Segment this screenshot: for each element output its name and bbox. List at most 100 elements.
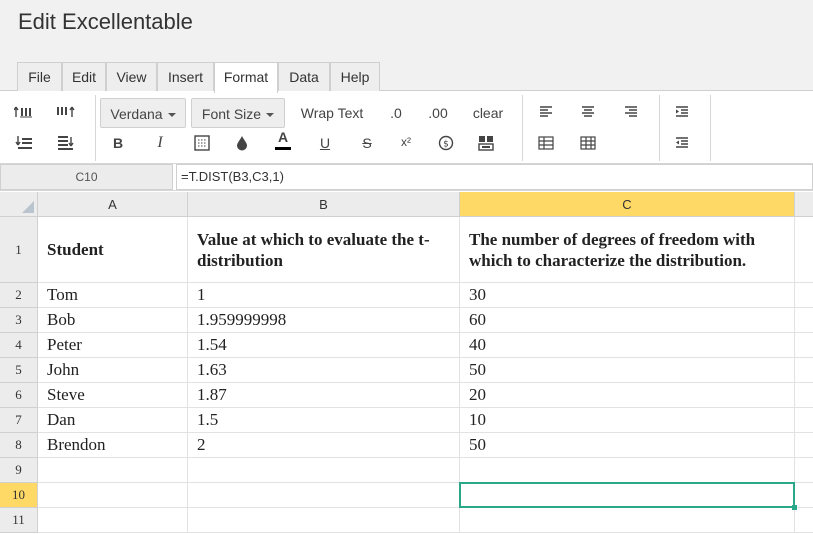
- merge-cells-button[interactable]: [474, 132, 498, 154]
- cell-d1[interactable]: [795, 217, 813, 283]
- bold-button[interactable]: B: [106, 132, 130, 154]
- cell-d6[interactable]: [795, 383, 813, 408]
- cell-d9[interactable]: [795, 458, 813, 483]
- delete-rows-icon[interactable]: [54, 132, 78, 154]
- menu-edit[interactable]: Edit: [62, 62, 106, 92]
- insert-row-above-icon[interactable]: [12, 101, 36, 123]
- menu-format[interactable]: Format: [214, 62, 278, 93]
- cell-c11[interactable]: [460, 508, 795, 533]
- font-color-button[interactable]: A: [271, 129, 295, 151]
- increase-decimal-button[interactable]: .00: [422, 98, 454, 128]
- cell-c1[interactable]: The number of degrees of freedom with wh…: [460, 217, 795, 283]
- column-header-d[interactable]: [795, 192, 813, 217]
- font-family-dropdown[interactable]: Verdana: [100, 98, 186, 128]
- align-right-icon: [625, 106, 637, 117]
- cell-b6[interactable]: 1.87: [188, 383, 460, 408]
- row-header[interactable]: 4: [0, 333, 38, 358]
- italic-button[interactable]: I: [148, 132, 172, 154]
- wrap-text-button[interactable]: Wrap Text: [293, 98, 371, 128]
- align-left-button[interactable]: [534, 101, 558, 123]
- row-header[interactable]: 8: [0, 433, 38, 458]
- cell-a4[interactable]: Peter: [38, 333, 188, 358]
- svg-text:$: $: [443, 140, 449, 150]
- clear-button[interactable]: clear: [467, 98, 509, 128]
- currency-button[interactable]: $: [434, 132, 458, 154]
- cell-d5[interactable]: [795, 358, 813, 383]
- strikethrough-button[interactable]: S: [355, 132, 379, 154]
- cell-d10[interactable]: [795, 483, 813, 508]
- cell-c7[interactable]: 10: [460, 408, 795, 433]
- cell-a1[interactable]: Student: [38, 217, 188, 283]
- cell-a9[interactable]: [38, 458, 188, 483]
- menu-view[interactable]: View: [106, 62, 157, 92]
- borders-button[interactable]: [190, 132, 214, 154]
- table-grid-button[interactable]: [534, 132, 558, 154]
- cell-d3[interactable]: [795, 308, 813, 333]
- cell-c6[interactable]: 20: [460, 383, 795, 408]
- cell-a6[interactable]: Steve: [38, 383, 188, 408]
- cell-b3[interactable]: 1.959999998: [188, 308, 460, 333]
- outdent-button[interactable]: [670, 132, 694, 154]
- row-header[interactable]: 9: [0, 458, 38, 483]
- cell-c3[interactable]: 60: [460, 308, 795, 333]
- cell-a10[interactable]: [38, 483, 188, 508]
- cell-b7[interactable]: 1.5: [188, 408, 460, 433]
- cell-b4[interactable]: 1.54: [188, 333, 460, 358]
- cell-b5[interactable]: 1.63: [188, 358, 460, 383]
- font-size-dropdown[interactable]: Font Size: [191, 98, 285, 128]
- cell-d7[interactable]: [795, 408, 813, 433]
- indent-button[interactable]: [670, 101, 694, 123]
- row-header[interactable]: 11: [0, 508, 38, 533]
- formula-input[interactable]: =T.DIST(B3,C3,1): [176, 164, 813, 190]
- cell-d2[interactable]: [795, 283, 813, 308]
- cell-c5[interactable]: 50: [460, 358, 795, 383]
- menu-insert[interactable]: Insert: [157, 62, 214, 92]
- all-borders-button[interactable]: [576, 132, 600, 154]
- row-header[interactable]: 2: [0, 283, 38, 308]
- cell-d11[interactable]: [795, 508, 813, 533]
- underline-button[interactable]: U: [313, 132, 337, 154]
- insert-row-below-icon[interactable]: [12, 132, 36, 154]
- fill-color-button[interactable]: [230, 132, 254, 154]
- row-header[interactable]: 5: [0, 358, 38, 383]
- cell-d4[interactable]: [795, 333, 813, 358]
- superscript-button[interactable]: x²: [394, 131, 418, 153]
- cell-c4[interactable]: 40: [460, 333, 795, 358]
- cell-b1[interactable]: Value at which to evaluate the t-distrib…: [188, 217, 460, 283]
- cell-b11[interactable]: [188, 508, 460, 533]
- cell-c9[interactable]: [460, 458, 795, 483]
- fill-handle[interactable]: [792, 505, 797, 510]
- align-right-button[interactable]: [619, 101, 643, 123]
- row-header[interactable]: 1: [0, 217, 38, 283]
- menu-help[interactable]: Help: [330, 62, 380, 92]
- dollar-circle-icon: $: [438, 135, 454, 151]
- row-header[interactable]: 10: [0, 483, 38, 508]
- insert-column-icon[interactable]: [54, 101, 78, 123]
- cell-b9[interactable]: [188, 458, 460, 483]
- cell-reference-box[interactable]: C10: [0, 164, 173, 190]
- column-header-a[interactable]: A: [38, 192, 188, 217]
- cell-c8[interactable]: 50: [460, 433, 795, 458]
- row-header[interactable]: 3: [0, 308, 38, 333]
- column-header-c[interactable]: C: [460, 192, 795, 217]
- cell-b8[interactable]: 2: [188, 433, 460, 458]
- cell-a11[interactable]: [38, 508, 188, 533]
- cell-a7[interactable]: Dan: [38, 408, 188, 433]
- cell-b10[interactable]: [188, 483, 460, 508]
- cell-a8[interactable]: Brendon: [38, 433, 188, 458]
- decrease-decimal-button[interactable]: .0: [383, 98, 409, 128]
- menu-file[interactable]: File: [17, 62, 62, 92]
- selected-cell-c10[interactable]: [459, 482, 797, 510]
- row-header[interactable]: 6: [0, 383, 38, 408]
- cell-b2[interactable]: 1: [188, 283, 460, 308]
- cell-a3[interactable]: Bob: [38, 308, 188, 333]
- cell-a2[interactable]: Tom: [38, 283, 188, 308]
- row-header[interactable]: 7: [0, 408, 38, 433]
- select-all-corner[interactable]: [0, 192, 38, 217]
- align-center-button[interactable]: [576, 101, 600, 123]
- cell-c2[interactable]: 30: [460, 283, 795, 308]
- cell-d8[interactable]: [795, 433, 813, 458]
- column-header-b[interactable]: B: [188, 192, 460, 217]
- cell-a5[interactable]: John: [38, 358, 188, 383]
- menu-data[interactable]: Data: [278, 62, 330, 92]
